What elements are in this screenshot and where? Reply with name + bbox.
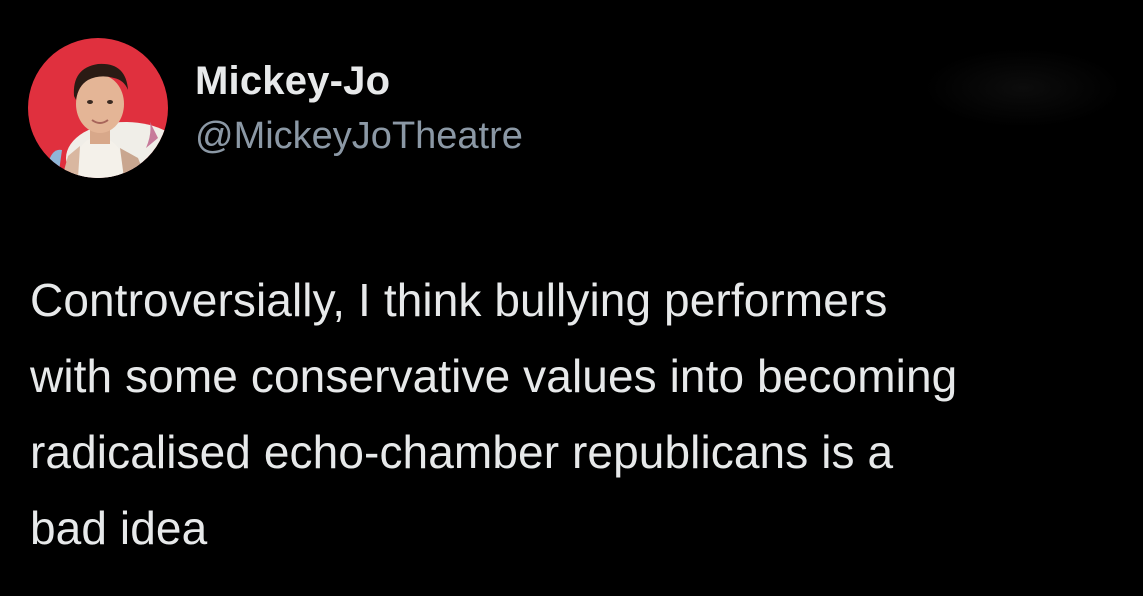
background-smudge [923,48,1123,128]
tweet-text: Controversially, I think bullying perfor… [30,262,1130,566]
user-handle[interactable]: @MickeyJoTheatre [195,111,523,161]
tweet-text-line: radicalised echo-chamber republicans is … [30,426,894,478]
author-names: Mickey-Jo @MickeyJoTheatre [195,55,523,161]
avatar[interactable] [28,38,168,178]
avatar-image [28,38,168,178]
display-name[interactable]: Mickey-Jo [195,55,523,107]
tweet-text-line: Controversially, I think bullying perfor… [30,274,888,326]
tweet-card: Mickey-Jo @MickeyJoTheatre Controversial… [0,0,1143,596]
tweet-header: Mickey-Jo @MickeyJoTheatre [28,38,523,178]
tweet-text-line: with some conservative values into becom… [30,350,958,402]
tweet-text-line: bad idea [30,502,208,554]
